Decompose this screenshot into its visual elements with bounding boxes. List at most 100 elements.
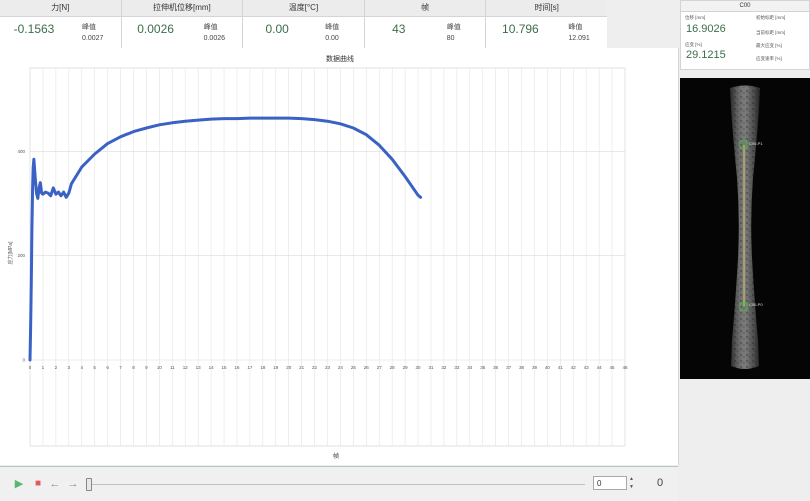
metric-displacement: 拉伸机位移[mm] 0.0026 峰值 0.0026 <box>121 0 244 48</box>
data-point <box>52 187 55 189</box>
metric-temperature: 温度[°C] 0.00 峰值 0.00 <box>243 0 365 48</box>
metric-time: 时间[s] 10.796 峰值 12.091 <box>486 0 607 48</box>
metric-peak-value: 12.091 <box>568 35 590 42</box>
data-point <box>38 187 40 189</box>
x-tick-label: 44 <box>597 365 603 370</box>
max-strain-label: 最大应变 [%] <box>756 43 782 48</box>
metric-header: 时间[s] <box>486 0 607 17</box>
x-tick-label: 18 <box>260 365 266 370</box>
data-point <box>29 327 32 330</box>
metric-peak-label: 峰值 <box>203 24 218 31</box>
data-point <box>391 158 393 161</box>
strain-rate-label: 应变速率 [%] <box>756 56 782 61</box>
data-point <box>274 117 277 119</box>
metric-peak-label: 峰值 <box>82 24 96 31</box>
frame-spin-up-icon[interactable]: ▲ <box>629 476 634 482</box>
data-point <box>210 118 212 120</box>
chart-y-axis-label: 应力[MPa] <box>7 241 14 265</box>
x-tick-label: 21 <box>299 365 305 370</box>
frame-count: 0 <box>656 477 664 489</box>
strain-label: 应变 [%] <box>685 42 702 47</box>
data-point <box>31 228 33 231</box>
arrow-right-icon: → <box>67 478 79 490</box>
x-tick-label: 16 <box>234 365 240 370</box>
data-point <box>339 122 342 125</box>
metric-header: 帧 <box>364 0 486 17</box>
metric-value: 0.00 <box>265 22 289 36</box>
x-tick-label: 14 <box>209 365 215 370</box>
x-tick-label: 15 <box>222 365 228 370</box>
data-point <box>93 153 96 155</box>
metric-peak-value: 0.00 <box>325 35 339 42</box>
metric-peak-label: 峰值 <box>568 24 583 31</box>
current-gauge-label: 当前标距 [mm] <box>756 30 786 35</box>
x-tick-label: 10 <box>157 365 163 370</box>
displacement-label: 位移 [mm] <box>685 15 706 20</box>
stop-icon: ■ <box>34 478 42 489</box>
data-point <box>40 192 43 194</box>
data-point <box>145 127 148 129</box>
data-point <box>313 118 316 121</box>
data-point <box>223 117 225 120</box>
data-point <box>171 121 174 124</box>
data-point <box>300 117 303 120</box>
x-tick-label: 26 <box>364 365 370 370</box>
data-point <box>352 127 355 129</box>
data-point <box>36 197 39 200</box>
x-tick-label: 39 <box>532 365 538 370</box>
camera-view: C00-P1 C00-P0 <box>680 78 810 379</box>
x-tick-label: 25 <box>351 365 357 370</box>
data-point <box>417 194 419 197</box>
y-tick-label: 0 <box>22 358 25 363</box>
x-tick-label: 41 <box>558 365 564 370</box>
data-point <box>32 166 35 168</box>
data-point <box>44 191 47 193</box>
play-icon: ▶ <box>14 478 24 490</box>
x-tick-label: 43 <box>584 365 590 370</box>
data-point <box>158 124 161 126</box>
metric-force: 力[N] -0.1563 峰值 0.0027 <box>0 0 122 48</box>
timeline-slider-track[interactable] <box>90 484 585 485</box>
x-tick-label: 11 <box>170 365 175 370</box>
frame-input[interactable]: 0 <box>593 476 627 490</box>
data-point <box>34 176 36 179</box>
data-point <box>80 166 83 168</box>
data-point <box>57 191 60 193</box>
metric-peak-value: 80 <box>446 35 455 42</box>
metric-value: -0.1563 <box>13 22 55 36</box>
y-tick-label: 200 <box>17 253 25 258</box>
data-point <box>184 120 187 122</box>
metric-header: 拉伸机位移[mm] <box>121 0 243 17</box>
play-button[interactable]: ▶ <box>12 477 26 491</box>
x-tick-label: 38 <box>519 365 525 370</box>
step-back-button[interactable]: ← <box>48 477 62 491</box>
data-point <box>60 194 62 197</box>
step-forward-button[interactable]: → <box>66 477 80 491</box>
x-tick-label: 45 <box>610 365 616 370</box>
x-tick-label: 24 <box>338 365 344 370</box>
initial-gauge-label: 初始标距 [mm] <box>756 15 786 20</box>
metric-header: 力[N] <box>0 0 121 17</box>
data-point <box>106 142 109 145</box>
data-point <box>197 119 199 121</box>
metric-value: 43 <box>392 22 406 36</box>
x-tick-label: 34 <box>467 365 473 370</box>
frame-spin-down-icon[interactable]: ▼ <box>629 484 634 490</box>
timeline-slider-thumb[interactable] <box>86 478 92 491</box>
metric-peak-label: 峰值 <box>446 24 461 31</box>
chart-x-axis-label: 帧 <box>333 452 339 460</box>
data-point <box>249 117 251 119</box>
metric-frame: 帧 43 峰值 80 <box>364 0 487 48</box>
chart-title: 数据曲线 <box>326 54 354 63</box>
strain-value: 29.1215 <box>686 49 726 61</box>
marker-bottom-label: C00-P0 <box>749 302 763 307</box>
data-point <box>42 193 44 195</box>
metric-peak-value: 0.0026 <box>203 35 226 42</box>
camera-title: C00 <box>681 1 809 12</box>
data-point <box>119 136 122 138</box>
data-point <box>33 158 35 161</box>
data-point <box>404 175 406 178</box>
specimen-image: C00-P1 C00-P0 <box>730 85 763 369</box>
data-point <box>30 280 33 283</box>
stop-button[interactable]: ■ <box>31 477 45 491</box>
